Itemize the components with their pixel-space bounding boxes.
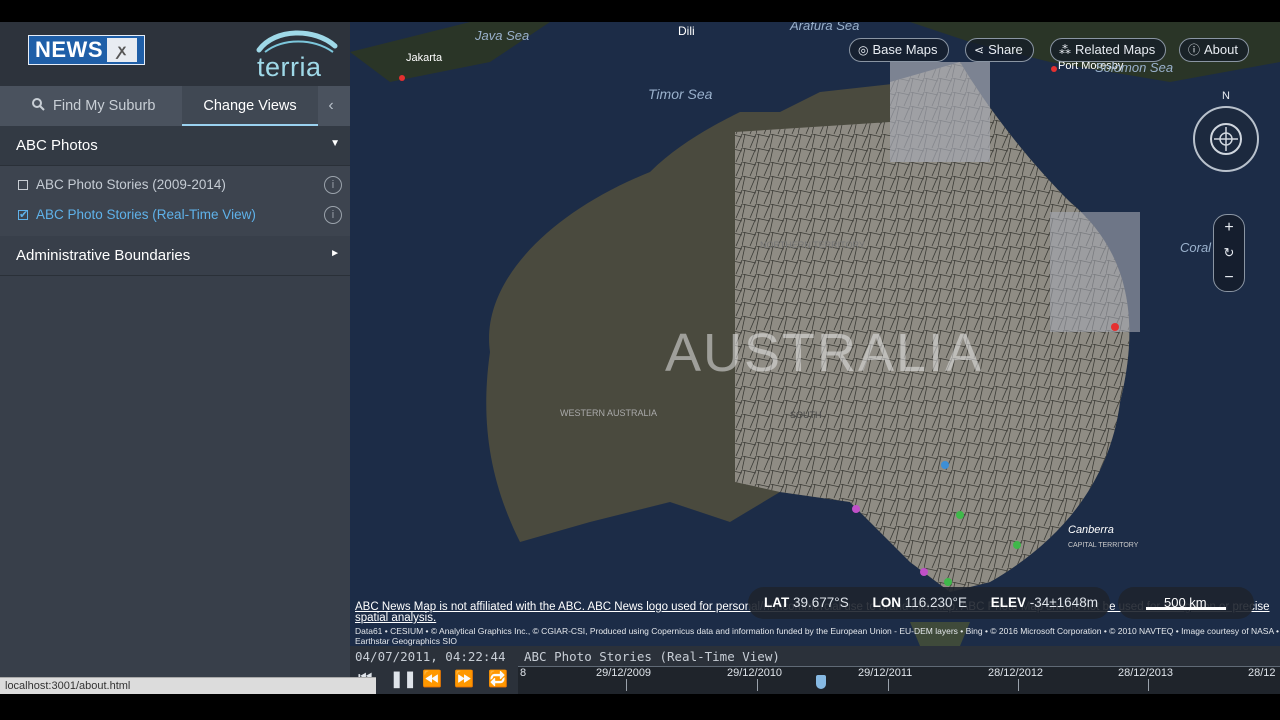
abc-logo-icon: ꭗ: [107, 38, 137, 62]
zoom-out-button[interactable]: −: [1214, 265, 1244, 290]
timeline: 04/07/2011, 04:22:44 ABC Photo Stories (…: [350, 646, 1280, 694]
share-label: Share: [988, 42, 1023, 57]
layer-item[interactable]: ✔ ABC Photo Stories (Real-Time View) i: [0, 202, 350, 232]
map-label-java-sea: Java Sea: [475, 28, 530, 43]
bottom-letterbox: [0, 694, 1280, 720]
layer-label: ABC Photo Stories (2009-2014): [36, 177, 226, 192]
base-maps-button[interactable]: ◎ Base Maps: [849, 38, 949, 62]
map-label-sa: SOUTH: [790, 410, 822, 420]
timeline-track[interactable]: 8 29/12/2009 29/12/2010 29/12/2011 28/12…: [518, 666, 1280, 694]
zoom-in-button[interactable]: +: [1214, 215, 1244, 240]
loop-icon[interactable]: 🔁: [488, 669, 508, 689]
current-time: 04/07/2011, 04:22:44: [355, 649, 506, 664]
info-icon: ⓘ: [1188, 43, 1201, 57]
timeline-tick-label: 28/12/2012: [988, 667, 1044, 679]
elev-label: ELEV: [990, 595, 1026, 610]
data-attribution[interactable]: Data61 • CESIUM • © Analytical Graphics …: [355, 626, 1280, 646]
sidebar: NEWS ꭗ terria Find My Suburb Change View…: [0, 22, 350, 694]
news-logo[interactable]: NEWS ꭗ: [28, 35, 145, 65]
group-title: ABC Photos: [16, 137, 98, 154]
group-abc-photos[interactable]: ABC Photos ▼: [0, 126, 350, 166]
zoom-reset-button[interactable]: ↻: [1214, 240, 1244, 265]
tab-find-my-suburb[interactable]: Find My Suburb: [32, 86, 155, 126]
group-title: Administrative Boundaries: [16, 247, 191, 264]
compass-north-label: N: [1222, 90, 1230, 102]
location-readout: LAT 39.677°S LON 116.230°E ELEV -34±1648…: [748, 587, 1110, 619]
layer-label: ABC Photo Stories (Real-Time View): [36, 207, 256, 222]
map-label-dili: Dili: [678, 24, 695, 38]
base-maps-label: Base Maps: [872, 42, 938, 57]
map-label-timor-sea: Timor Sea: [648, 86, 713, 102]
map-label-australia: AUSTRALIA: [665, 323, 984, 383]
map-viewport[interactable]: Java Sea Timor Sea Jakarta Dili Arafura …: [350, 22, 1280, 646]
status-url-tooltip: localhost:3001/about.html: [0, 677, 376, 694]
related-maps-button[interactable]: ⁂ Related Maps: [1050, 38, 1167, 62]
news-logo-text: NEWS: [35, 37, 103, 62]
info-icon[interactable]: i: [324, 176, 342, 194]
elev-value: -34±1648m: [1029, 595, 1098, 610]
zoom-control: + ↻ −: [1213, 214, 1245, 292]
compass-control[interactable]: [1193, 106, 1259, 172]
about-button[interactable]: ⓘ About: [1179, 38, 1249, 62]
fast-forward-icon[interactable]: ⏩: [454, 669, 474, 689]
terria-logo[interactable]: terria: [255, 26, 340, 82]
share-button[interactable]: ⋖ Share: [965, 38, 1034, 62]
about-label: About: [1204, 42, 1238, 57]
pause-icon[interactable]: ❚❚: [390, 669, 417, 689]
share-icon: ⋖: [974, 43, 985, 57]
timeline-tick-label: 29/12/2011: [858, 667, 913, 679]
info-icon[interactable]: i: [324, 206, 342, 224]
timeline-tick-label: 29/12/2010: [727, 667, 783, 679]
chevron-down-icon: ▼: [330, 138, 340, 149]
map-label-act: CAPITAL TERRITORY: [1068, 542, 1139, 549]
timeline-tick: [757, 679, 758, 691]
timeline-tick-label: 29/12/2009: [596, 667, 652, 679]
timeline-tick: [1018, 679, 1019, 691]
rewind-icon[interactable]: ⏪: [422, 669, 442, 689]
timeline-tick-label: 28/12: [1248, 667, 1276, 679]
map-label-arafura: Arafura Sea: [790, 22, 860, 33]
timeline-tick: [888, 679, 889, 691]
map-label-solomon-sea: Solomon Sea: [1095, 60, 1174, 75]
terria-logo-text: terria: [257, 52, 322, 82]
compass-gyro-icon[interactable]: [1210, 123, 1242, 155]
timeline-layer-name: ABC Photo Stories (Real-Time View): [524, 649, 780, 664]
sidebar-tabs: Find My Suburb Change Views ‹: [0, 86, 350, 126]
timeline-tick: [626, 679, 627, 691]
layer-list: ABC Photo Stories (2009-2014) i ✔ ABC Ph…: [0, 166, 350, 236]
related-maps-label: Related Maps: [1075, 42, 1156, 57]
lat-label: LAT: [764, 595, 790, 610]
scale-bar: [1146, 607, 1226, 610]
search-icon: [32, 98, 53, 114]
lat-value: 39.677°S: [793, 595, 849, 610]
group-administrative-boundaries[interactable]: Administrative Boundaries ►: [0, 236, 350, 276]
distance-scale: 500 km: [1118, 587, 1254, 619]
checkbox-checked[interactable]: ✔: [18, 210, 28, 221]
brand-header: NEWS ꭗ terria: [0, 22, 350, 86]
checkbox[interactable]: [18, 180, 28, 190]
timeline-tick-label: 8: [520, 667, 527, 679]
top-letterbox: [0, 0, 1280, 22]
tab-change-views[interactable]: Change Views: [182, 86, 318, 126]
globe-icon: ◎: [858, 43, 869, 57]
timeline-tick-label: 28/12/2013: [1118, 667, 1174, 679]
timeline-tick: [1148, 679, 1149, 691]
map-label-canberra: Canberra: [1068, 524, 1114, 536]
chevron-right-icon: ►: [330, 248, 340, 259]
collapse-sidebar-button[interactable]: ‹: [322, 86, 340, 126]
map-label-wa: WESTERN AUSTRALIA: [560, 408, 658, 418]
related-maps-icon: ⁂: [1059, 43, 1071, 57]
layer-item[interactable]: ABC Photo Stories (2009-2014) i: [0, 172, 350, 202]
tab-find-label: Find My Suburb: [53, 98, 156, 114]
tab-change-label: Change Views: [203, 98, 297, 114]
map-label-coral: Coral: [1180, 240, 1212, 255]
timeline-scrubber-handle[interactable]: [816, 675, 826, 689]
map-label-nt: NORTHERN TERRITORY: [760, 240, 865, 250]
lon-value: 116.230°E: [904, 595, 967, 610]
map-label-jakarta: Jakarta: [406, 52, 443, 64]
lon-label: LON: [872, 595, 901, 610]
